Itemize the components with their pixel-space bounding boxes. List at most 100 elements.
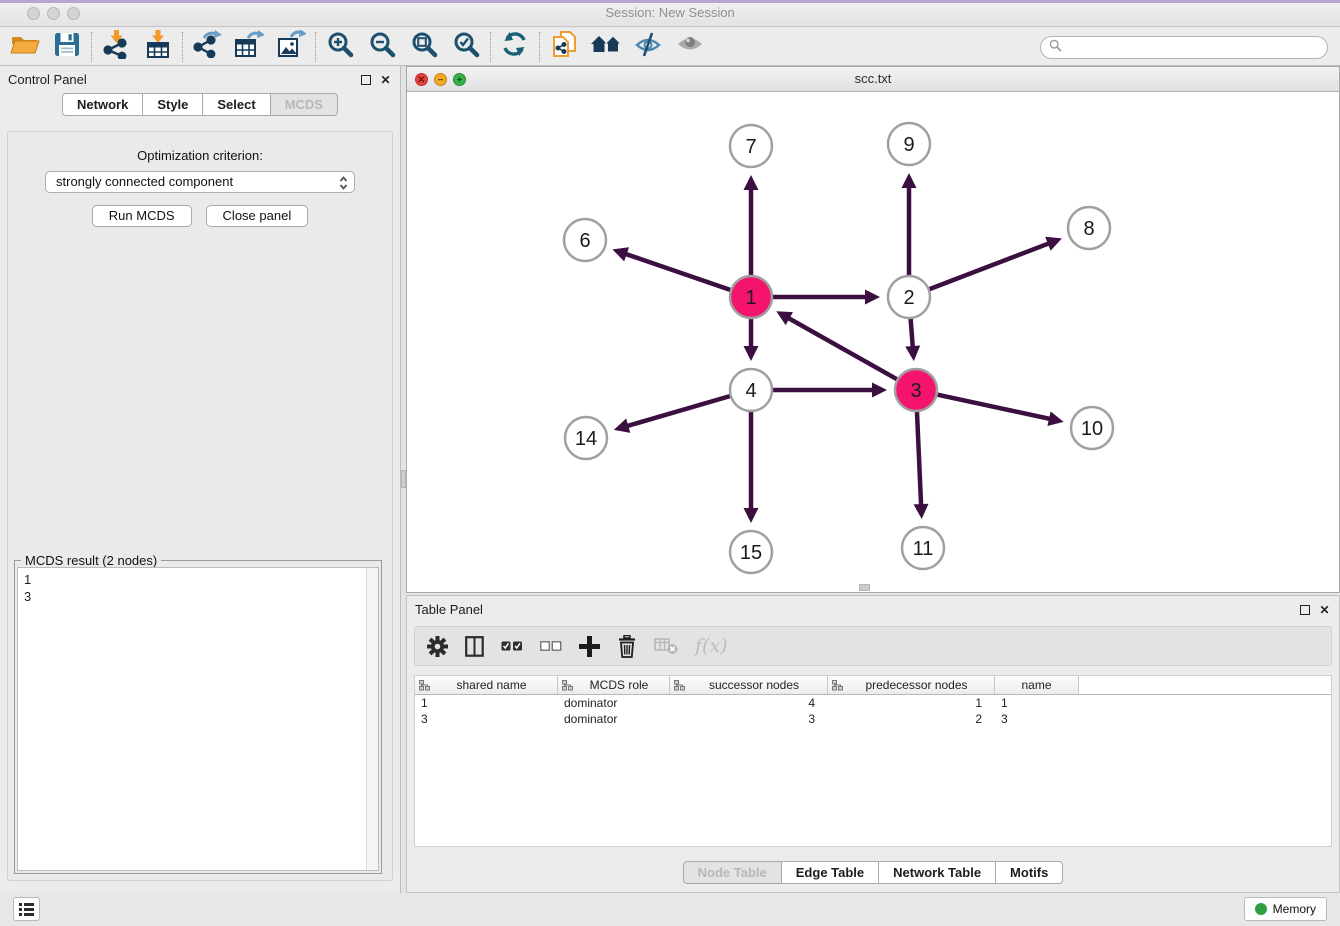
app-title: Session: New Session	[0, 0, 1340, 26]
tab-motifs[interactable]: Motifs	[996, 861, 1063, 884]
zoom-in-button[interactable]	[319, 30, 361, 64]
deselect-all-button[interactable]	[540, 641, 562, 651]
graph-edge-1-6[interactable]	[624, 253, 730, 290]
hide-panels-button[interactable]	[627, 30, 669, 64]
table-cell[interactable]: 1	[995, 695, 1079, 711]
hide-panels-icon	[635, 31, 662, 63]
column-header-name[interactable]: name	[995, 676, 1079, 694]
delete-column-button[interactable]	[617, 635, 637, 658]
graph-node-label-10: 10	[1081, 418, 1103, 440]
run-mcds-button[interactable]: Run MCDS	[92, 205, 192, 227]
table-row[interactable]: 1dominator411	[415, 695, 1331, 711]
select-all-button[interactable]	[501, 641, 523, 651]
home-button[interactable]	[585, 30, 627, 64]
clone-network-button[interactable]	[543, 30, 585, 64]
float-panel-icon[interactable]	[359, 73, 372, 86]
add-column-button[interactable]	[579, 636, 600, 657]
toolbar-separator	[490, 32, 491, 62]
result-scrollbar[interactable]	[366, 568, 378, 870]
network-window-titlebar[interactable]: ✕ − + scc.txt	[407, 67, 1339, 92]
tab-edge-table[interactable]: Edge Table	[782, 861, 879, 884]
import-table-button[interactable]	[137, 30, 179, 64]
graph-node-label-6: 6	[579, 230, 590, 252]
export-table-button[interactable]	[228, 30, 270, 64]
mcds-result-list[interactable]: 13	[17, 567, 379, 871]
table-cell[interactable]: 1	[828, 695, 995, 711]
search-field[interactable]	[1040, 36, 1328, 59]
column-header-predecessor-nodes[interactable]: predecessor nodes	[828, 676, 995, 694]
tab-network[interactable]: Network	[62, 93, 143, 116]
close-panel-button[interactable]: Close panel	[206, 205, 309, 227]
graph-edge-3-10[interactable]	[938, 395, 1052, 420]
control-panel-title: Control Panel	[8, 72, 87, 87]
maximize-network-button[interactable]: +	[453, 73, 466, 86]
zoom-selected-button[interactable]	[445, 30, 487, 64]
table-cell[interactable]: 1	[415, 695, 558, 711]
window-controls[interactable]	[27, 7, 80, 20]
float-table-panel-icon[interactable]	[1298, 603, 1311, 616]
toolbar-separator	[91, 32, 92, 62]
graph-edge-4-14[interactable]	[625, 396, 730, 426]
tab-style[interactable]: Style	[143, 93, 203, 116]
zoom-fit-button[interactable]	[403, 30, 445, 64]
table-cell[interactable]: 3	[995, 711, 1079, 727]
close-table-panel-icon[interactable]: ✕	[1318, 603, 1331, 616]
minimize-window-button[interactable]	[47, 7, 60, 20]
save-session-button[interactable]	[46, 30, 88, 64]
tab-network-table[interactable]: Network Table	[879, 861, 996, 884]
open-file-button[interactable]	[4, 30, 46, 64]
save-session-icon	[54, 32, 80, 62]
task-history-button[interactable]	[13, 897, 40, 921]
tab-node-table[interactable]: Node Table	[683, 861, 782, 884]
graph-edge-2-3[interactable]	[911, 319, 913, 349]
table-cell[interactable]: 3	[415, 711, 558, 727]
table-cell[interactable]: dominator	[558, 711, 670, 727]
column-tree-icon	[562, 680, 573, 691]
graph-arrowhead	[612, 247, 629, 261]
window-focus-accent	[0, 0, 1340, 3]
tab-select[interactable]: Select	[203, 93, 270, 116]
graph-arrowhead	[744, 175, 759, 190]
export-network-button[interactable]	[186, 30, 228, 64]
search-input[interactable]	[1067, 40, 1319, 56]
close-window-button[interactable]	[27, 7, 40, 20]
column-header-shared-name[interactable]: shared name	[415, 676, 558, 694]
refresh-button[interactable]	[494, 30, 536, 64]
mcds-result-item[interactable]: 1	[24, 571, 378, 588]
graph-edge-3-1[interactable]	[787, 317, 897, 379]
close-panel-icon[interactable]: ✕	[379, 73, 392, 86]
function-builder-button[interactable]: f(x)	[695, 635, 728, 657]
table-cell[interactable]: dominator	[558, 695, 670, 711]
table-cell[interactable]: 3	[670, 711, 828, 727]
column-header-MCDS-role[interactable]: MCDS role	[558, 676, 670, 694]
table-settings-button[interactable]	[427, 636, 448, 657]
delete-table-button[interactable]	[654, 637, 678, 655]
minimize-network-button[interactable]: −	[434, 73, 447, 86]
toolbar-separator	[315, 32, 316, 62]
graph-edge-3-11[interactable]	[917, 412, 921, 507]
column-header-successor-nodes[interactable]: successor nodes	[670, 676, 828, 694]
table-row[interactable]: 3dominator323	[415, 711, 1331, 727]
graph-edge-2-8[interactable]	[930, 243, 1051, 289]
zoom-selected-icon	[453, 31, 480, 63]
show-eye-button[interactable]	[669, 30, 711, 64]
network-canvas[interactable]: 7968124314101511	[407, 92, 1339, 592]
memory-button[interactable]: Memory	[1244, 897, 1327, 921]
network-graph[interactable]: 7968124314101511	[407, 92, 1339, 592]
zoom-out-button[interactable]	[361, 30, 403, 64]
zoom-window-button[interactable]	[67, 7, 80, 20]
criterion-select[interactable]: strongly connected component	[45, 171, 355, 193]
graph-node-label-4: 4	[745, 380, 756, 402]
tab-mcds[interactable]: MCDS	[271, 93, 338, 116]
mcds-result-item[interactable]: 3	[24, 588, 378, 605]
import-network-button[interactable]	[95, 30, 137, 64]
canvas-scroll-grip[interactable]	[859, 584, 870, 591]
graph-arrowhead	[744, 346, 759, 361]
table-cell[interactable]: 4	[670, 695, 828, 711]
export-image-button[interactable]	[270, 30, 312, 64]
graph-arrowhead	[914, 504, 929, 519]
show-columns-button[interactable]	[465, 636, 484, 657]
zoom-fit-icon	[411, 31, 438, 63]
close-network-button[interactable]: ✕	[415, 73, 428, 86]
table-cell[interactable]: 2	[828, 711, 995, 727]
